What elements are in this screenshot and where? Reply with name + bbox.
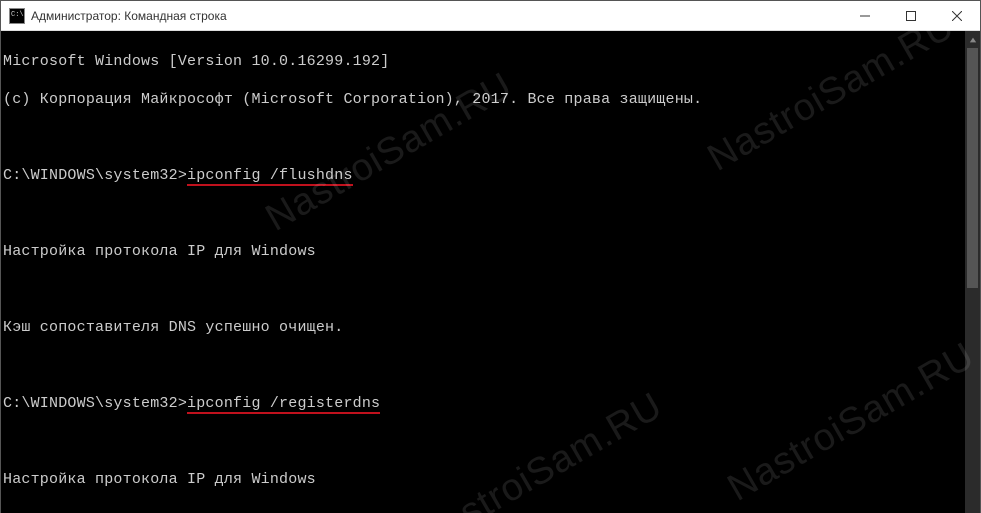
version-line: Microsoft Windows [Version 10.0.16299.19…	[3, 52, 963, 71]
cmd-window: Администратор: Командная строка Microsof…	[0, 0, 981, 513]
scrollbar-track[interactable]	[965, 48, 980, 513]
scrollbar-thumb[interactable]	[967, 48, 978, 288]
minimize-button[interactable]	[842, 1, 888, 31]
command-registerdns: ipconfig /registerdns	[187, 395, 380, 412]
terminal-output[interactable]: Microsoft Windows [Version 10.0.16299.19…	[1, 31, 965, 513]
prompt: C:\WINDOWS\system32>	[3, 395, 187, 412]
output-line: Настройка протокола IP для Windows	[3, 470, 963, 489]
command-flushdns: ipconfig /flushdns	[187, 167, 353, 184]
client-area: Microsoft Windows [Version 10.0.16299.19…	[1, 31, 980, 513]
window-title: Администратор: Командная строка	[31, 9, 227, 23]
maximize-button[interactable]	[888, 1, 934, 31]
output-line: Кэш сопоставителя DNS успешно очищен.	[3, 318, 963, 337]
output-line: Настройка протокола IP для Windows	[3, 242, 963, 261]
cmd-icon	[9, 8, 25, 24]
copyright-line: (c) Корпорация Майкрософт (Microsoft Cor…	[3, 90, 963, 109]
prompt: C:\WINDOWS\system32>	[3, 167, 187, 184]
scroll-up-arrow-icon[interactable]	[965, 31, 980, 48]
vertical-scrollbar[interactable]	[965, 31, 980, 513]
titlebar[interactable]: Администратор: Командная строка	[1, 1, 980, 31]
close-button[interactable]	[934, 1, 980, 31]
